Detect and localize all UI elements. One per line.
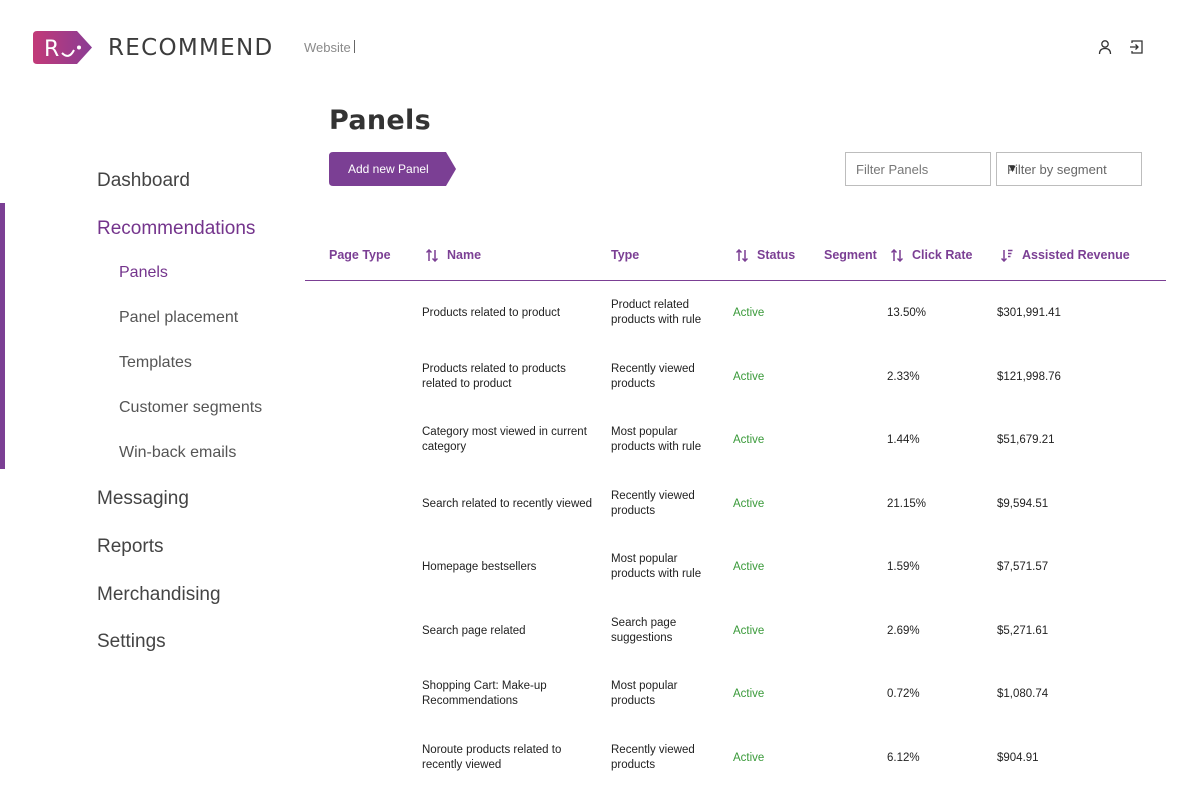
cell-assisted-revenue: $51,679.21 — [997, 434, 1055, 446]
cell-name: Shopping Cart: Make-up Recommendations — [422, 680, 547, 707]
cell-status: Active — [733, 752, 765, 764]
cell-assisted-revenue: $9,594.51 — [997, 498, 1049, 510]
cell-type: Recently viewed products — [611, 363, 695, 390]
cell-assisted-revenue: $7,571.57 — [997, 561, 1049, 573]
sidebar-subitem-panel-placement[interactable]: Panel placement — [119, 309, 238, 327]
cell-name: Products related to product — [422, 307, 561, 319]
cell-type: Product related products with rule — [611, 299, 702, 326]
sidebar-item-reports[interactable]: Reports — [97, 536, 164, 558]
column-label: Type — [611, 248, 640, 262]
cell-click-rate: 13.50% — [887, 307, 927, 319]
brand-name: RECOMMEND — [108, 34, 274, 61]
column-header-name[interactable]: Name — [426, 248, 481, 262]
logo-letter: R — [44, 37, 59, 62]
sort-descending-icon — [1001, 249, 1013, 262]
sidebar-subitem-templates[interactable]: Templates — [119, 354, 192, 372]
sidebar-item-merchandising[interactable]: Merchandising — [97, 584, 221, 606]
table-row[interactable]: Search related to recently viewed Recent… — [305, 473, 1166, 536]
add-button-label: Add new Panel — [348, 162, 429, 176]
cell-click-rate: 1.44% — [887, 434, 920, 446]
cell-type: Recently viewed products — [611, 744, 695, 771]
column-header-status[interactable]: Status — [736, 248, 795, 262]
cell-status: Active — [733, 625, 765, 637]
segment-filter-select[interactable]: Filter by segment ▼ — [996, 152, 1142, 186]
sidebar-active-indicator — [0, 203, 5, 469]
sort-icon — [891, 248, 903, 262]
table-row[interactable]: Shopping Cart: Make-up Recommendations M… — [305, 663, 1166, 726]
table-row[interactable]: Category most viewed in current category… — [305, 409, 1166, 472]
column-header-type[interactable]: Type — [611, 248, 639, 262]
cell-assisted-revenue: $1,080.74 — [997, 688, 1049, 700]
cell-assisted-revenue: $301,991.41 — [997, 307, 1061, 319]
column-header-click-rate[interactable]: Click Rate — [891, 248, 972, 262]
column-label: Page Type — [329, 248, 391, 262]
table-row[interactable]: Homepage bestsellers Most popular produc… — [305, 536, 1166, 599]
column-label: Status — [757, 248, 796, 262]
column-label: Click Rate — [912, 248, 973, 262]
table-row[interactable]: Search page related Search page suggesti… — [305, 600, 1166, 663]
cell-name: Noroute products related to recently vie… — [422, 744, 562, 771]
website-label[interactable]: Website — [304, 40, 351, 55]
cell-type: Most popular products with rule — [611, 553, 702, 580]
cell-click-rate: 2.69% — [887, 625, 920, 637]
table-row[interactable]: Products related to product Product rela… — [305, 282, 1166, 345]
cell-status: Active — [733, 498, 765, 510]
chevron-down-icon: ▼ — [1007, 163, 1018, 175]
cell-click-rate: 2.33% — [887, 371, 920, 383]
sidebar-item-dashboard[interactable]: Dashboard — [97, 170, 190, 192]
sidebar-subitem-customer-segments[interactable]: Customer segments — [119, 399, 262, 417]
column-header-assisted-revenue[interactable]: Assisted Revenue — [1001, 248, 1130, 262]
column-label: Segment — [824, 248, 877, 262]
table-header-divider — [305, 280, 1166, 281]
cell-click-rate: 1.59% — [887, 561, 920, 573]
cell-status: Active — [733, 434, 765, 446]
logo-tag-icon: R — [33, 31, 92, 64]
cell-name: Category most viewed in current category — [422, 426, 587, 453]
column-header-segment[interactable]: Segment — [824, 248, 877, 262]
cell-type: Most popular products — [611, 680, 678, 707]
cell-click-rate: 0.72% — [887, 688, 920, 700]
brand-logo[interactable]: R RECOMMEND — [33, 31, 274, 64]
sort-icon — [736, 248, 748, 262]
cell-name: Products related to products related to … — [422, 363, 566, 390]
sidebar-subitem-win-back-emails[interactable]: Win-back emails — [119, 444, 236, 462]
cell-assisted-revenue: $5,271.61 — [997, 625, 1049, 637]
page-title: Panels — [329, 105, 431, 136]
cell-click-rate: 6.12% — [887, 752, 920, 764]
cell-status: Active — [733, 561, 765, 573]
user-icon[interactable] — [1097, 39, 1113, 55]
sidebar-item-recommendations[interactable]: Recommendations — [97, 218, 255, 240]
cell-type: Most popular products with rule — [611, 426, 702, 453]
sidebar-subitem-panels[interactable]: Panels — [119, 264, 168, 282]
cell-type: Recently viewed products — [611, 490, 695, 517]
cell-assisted-revenue: $904.91 — [997, 752, 1039, 764]
sidebar-item-settings[interactable]: Settings — [97, 631, 166, 653]
cell-assisted-revenue: $121,998.76 — [997, 371, 1061, 383]
cell-name: Search page related — [422, 625, 526, 637]
column-label: Name — [447, 248, 482, 262]
logout-icon[interactable] — [1128, 39, 1144, 55]
column-header-page-type[interactable]: Page Type — [329, 248, 391, 262]
sidebar-item-messaging[interactable]: Messaging — [97, 488, 189, 510]
table-row[interactable]: Noroute products related to recently vie… — [305, 727, 1166, 790]
cell-click-rate: 21.15% — [887, 498, 927, 510]
cell-type: Search page suggestions — [611, 617, 677, 644]
cell-name: Homepage bestsellers — [422, 561, 537, 573]
sort-icon — [426, 248, 438, 262]
cell-status: Active — [733, 688, 765, 700]
cell-status: Active — [733, 307, 765, 319]
text-cursor — [354, 40, 355, 53]
cell-status: Active — [733, 371, 765, 383]
cell-name: Search related to recently viewed — [422, 498, 593, 510]
add-new-panel-button[interactable]: Add new Panel — [329, 152, 456, 186]
filter-panels-input[interactable] — [845, 152, 991, 186]
column-label: Assisted Revenue — [1022, 248, 1130, 262]
table-row[interactable]: Products related to products related to … — [305, 346, 1166, 409]
